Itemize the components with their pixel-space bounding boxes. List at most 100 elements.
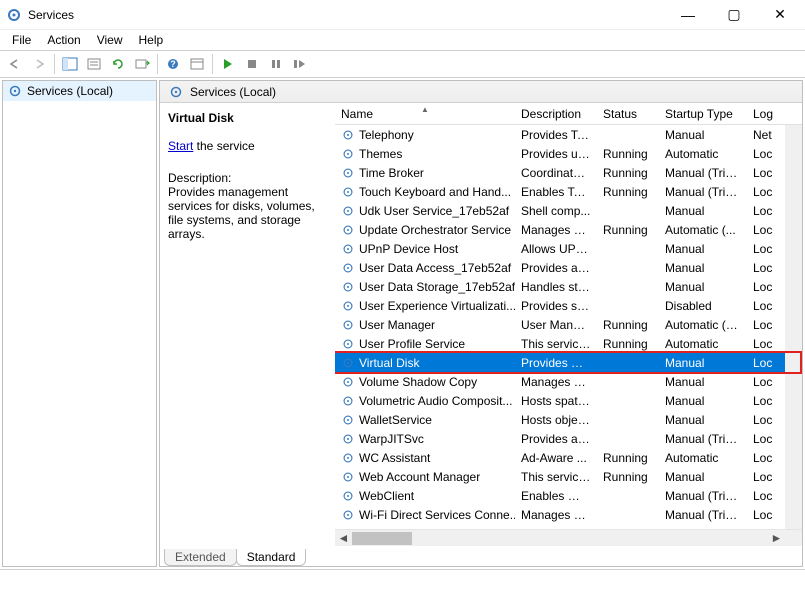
pause-service-button[interactable] [265,53,287,75]
service-row[interactable]: Virtual DiskProvides m...ManualLoc [335,353,802,372]
tree-root-services-local[interactable]: Services (Local) [3,81,156,101]
menu-help[interactable]: Help [131,31,172,49]
service-row[interactable]: Update Orchestrator ServiceManages W...R… [335,220,802,239]
menu-view[interactable]: View [89,31,131,49]
tab-extended[interactable]: Extended [164,549,237,566]
menu-file[interactable]: File [4,31,39,49]
service-logon: Loc [747,147,787,161]
show-hide-tree-button[interactable] [59,53,81,75]
service-name: User Data Access_17eb52af [359,261,511,275]
restart-service-button[interactable] [289,53,311,75]
service-logon: Loc [747,337,787,351]
properties-button[interactable] [83,53,105,75]
column-headers: Name▲ Description Status Startup Type Lo… [335,103,802,125]
service-description: Provides m... [515,356,597,370]
service-startup: Manual (Trig... [659,166,747,180]
list-button[interactable] [186,53,208,75]
minimize-button[interactable]: — [665,0,711,30]
horizontal-scrollbar[interactable]: ◄ ► [335,529,802,546]
service-startup: Manual (Trig... [659,185,747,199]
service-row[interactable]: WarpJITSvcProvides a JI...Manual (Trig..… [335,429,802,448]
service-logon: Loc [747,470,787,484]
service-row[interactable]: WebClientEnables Win...Manual (Trig...Lo… [335,486,802,505]
service-startup: Manual [659,394,747,408]
service-rows[interactable]: TelephonyProvides Tel...ManualNetThemesP… [335,125,802,529]
forward-button[interactable] [28,53,50,75]
col-status[interactable]: Status [597,107,659,121]
detail-pane: Virtual Disk Start the service Descripti… [160,103,335,546]
service-row[interactable]: Volumetric Audio Composit...Hosts spatia… [335,391,802,410]
service-logon: Loc [747,166,787,180]
window-title: Services [28,8,74,22]
back-button[interactable] [4,53,26,75]
vertical-scrollbar[interactable] [785,125,802,529]
start-service-button[interactable] [217,53,239,75]
description-text: Provides management services for disks, … [168,185,327,241]
service-row[interactable]: User Data Access_17eb52afProvides ap...M… [335,258,802,277]
service-row[interactable]: ThemesProvides us...RunningAutomaticLoc [335,144,802,163]
col-logon[interactable]: Log [747,107,787,121]
service-row[interactable]: WC AssistantAd-Aware ...RunningAutomatic… [335,448,802,467]
start-service-link[interactable]: Start [168,139,193,153]
service-icon [341,432,355,446]
service-row[interactable]: Time BrokerCoordinates...RunningManual (… [335,163,802,182]
service-name: Wi-Fi Direct Services Conne... [359,508,515,522]
service-logon: Loc [747,451,787,465]
service-row[interactable]: TelephonyProvides Tel...ManualNet [335,125,802,144]
service-name: Volume Shadow Copy [359,375,477,389]
service-startup: Manual [659,204,747,218]
service-description: Manages an... [515,375,597,389]
service-description: This service... [515,337,597,351]
scroll-left-icon[interactable]: ◄ [335,530,352,547]
service-row[interactable]: UPnP Device HostAllows UPn...ManualLoc [335,239,802,258]
scroll-right-icon[interactable]: ► [768,530,785,547]
service-icon [341,147,355,161]
service-row[interactable]: Web Account ManagerThis service ...Runni… [335,467,802,486]
service-name: WebClient [359,489,414,503]
service-description: Enables Win... [515,489,597,503]
service-description: Hosts objec... [515,413,597,427]
service-icon [341,318,355,332]
service-logon: Loc [747,242,787,256]
export-button[interactable] [131,53,153,75]
service-row[interactable]: User Profile ServiceThis service...Runni… [335,334,802,353]
service-description: Hosts spatia... [515,394,597,408]
col-description[interactable]: Description [515,107,597,121]
app-icon [6,7,22,23]
help-button[interactable]: ? [162,53,184,75]
maximize-button[interactable]: ▢ [711,0,757,30]
close-button[interactable]: ✕ [757,0,803,30]
service-startup: Manual [659,128,747,142]
refresh-button[interactable] [107,53,129,75]
service-icon [341,375,355,389]
titlebar: Services — ▢ ✕ [0,0,805,30]
service-row[interactable]: Touch Keyboard and Hand...Enables Tou...… [335,182,802,201]
service-icon [341,204,355,218]
gear-icon [168,84,184,100]
service-startup: Manual [659,413,747,427]
service-startup: Manual (Trig... [659,508,747,522]
service-row[interactable]: User Data Storage_17eb52afHandles sto...… [335,277,802,296]
service-list: Name▲ Description Status Startup Type Lo… [335,103,802,546]
menu-action[interactable]: Action [39,31,88,49]
service-row[interactable]: Wi-Fi Direct Services Conne...Manages co… [335,505,802,524]
service-row[interactable]: User Experience Virtualizati...Provides … [335,296,802,315]
service-startup: Automatic (T... [659,318,747,332]
service-icon [341,394,355,408]
tree-root-label: Services (Local) [27,84,113,98]
content-pane: Services (Local) Virtual Disk Start the … [159,80,803,567]
service-row[interactable]: Volume Shadow CopyManages an...ManualLoc [335,372,802,391]
service-row[interactable]: User ManagerUser Manag...RunningAutomati… [335,315,802,334]
stop-service-button[interactable] [241,53,263,75]
service-description: Shell comp... [515,204,597,218]
col-startup[interactable]: Startup Type [659,107,747,121]
service-row[interactable]: WalletServiceHosts objec...ManualLoc [335,410,802,429]
service-row[interactable]: Udk User Service_17eb52afShell comp...Ma… [335,201,802,220]
service-icon [341,280,355,294]
tree-pane: Services (Local) [2,80,157,567]
content-header-title: Services (Local) [190,85,276,99]
scroll-thumb[interactable] [352,532,412,545]
service-icon [341,337,355,351]
col-name[interactable]: Name▲ [335,107,515,121]
tab-standard[interactable]: Standard [236,549,307,566]
